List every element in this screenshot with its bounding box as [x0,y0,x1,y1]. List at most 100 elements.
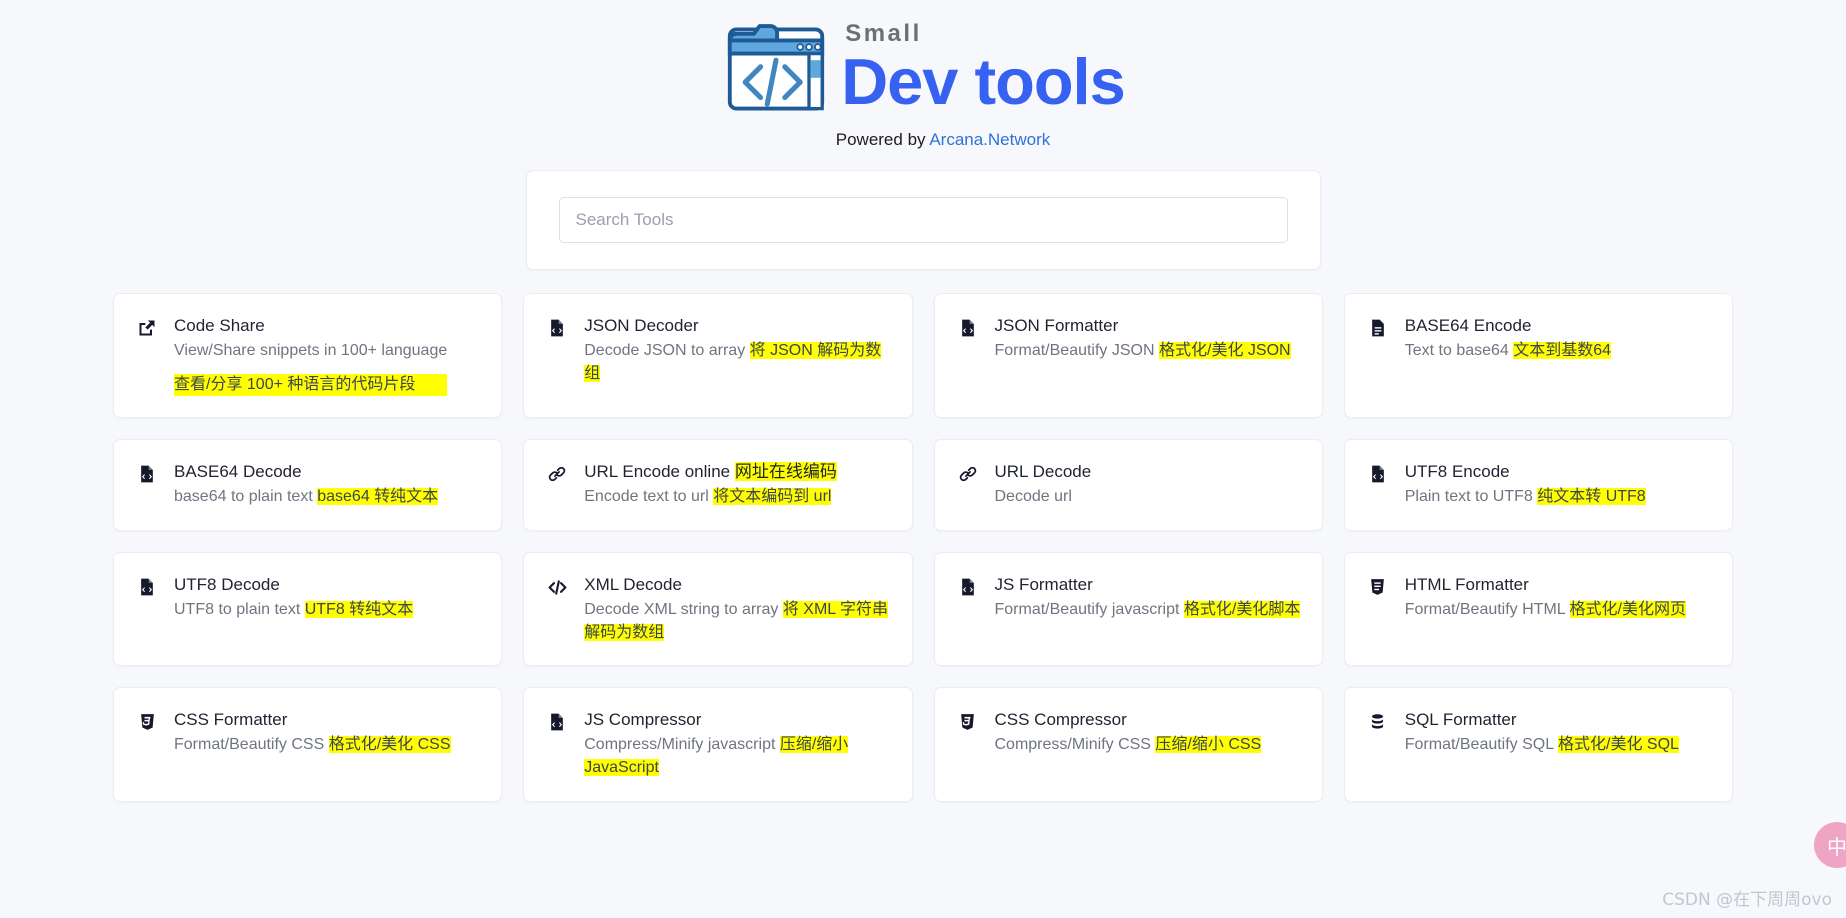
tool-card[interactable]: JS Formatter Format/Beautify javascript 格… [933,552,1323,667]
tool-card[interactable]: URL Encode online 网址在线编码 Encode text to u… [523,439,913,532]
file-code-icon [546,317,568,339]
search-input[interactable] [558,197,1288,243]
tool-description-en: Format/Beautify JSON [994,341,1159,359]
tool-card-body: JS Formatter Format/Beautify javascript 格… [995,574,1301,622]
tool-description-en: Format/Beautify HTML [1404,600,1570,618]
watermark: CSDN @在下周周ovo [1662,890,1832,910]
tool-card[interactable]: URL Decode Decode url [933,439,1323,532]
tool-description-en: UTF8 to plain text [174,600,305,618]
tool-title: HTML Formatter [1404,575,1529,595]
tool-description-en: base64 to plain text [174,488,318,506]
powered-by-prefix: Powered by [835,130,930,149]
tool-description: Plain text to UTF8 纯文本转 UTF8 [1405,486,1646,509]
tool-title: Code Share [174,316,265,335]
tool-card[interactable]: HTML Formatter Format/Beautify HTML 格式化/美… [1343,552,1733,667]
tool-card[interactable]: Code Share View/Share snippets in 100+ la… [113,293,503,419]
arcana-network-link[interactable]: Arcana.Network [929,130,1050,149]
tool-card-body: JS Compressor Compress/Minify javascript … [584,709,891,779]
translate-chinese-icon[interactable]: 中 [1814,822,1846,868]
file-code-icon [136,463,158,485]
tool-title: JS Compressor [584,710,702,730]
tool-description-en: Format/Beautify CSS [174,736,329,754]
tool-card[interactable]: JS Compressor Compress/Minify javascript … [523,687,913,802]
file-code-icon [957,317,979,339]
code-folder-window-icon [721,14,831,124]
tool-card-body: XML Decode Decode XML string to array 将 X… [584,574,891,644]
tools-grid: Code Share View/Share snippets in 100+ la… [113,293,1733,802]
tool-card-body: CSS Compressor Compress/Minify CSS 压缩/缩小 … [995,709,1262,757]
tool-description-translation: 压缩/缩小 CSS [1155,736,1262,754]
tool-title: SQL Formatter [1404,710,1517,730]
tool-card[interactable]: JSON Formatter Format/Beautify JSON 格式化/美… [933,293,1323,419]
tool-description: Text to base64 文本到基数64 [1405,340,1612,363]
tool-title: BASE64 Decode [174,462,302,482]
tool-card[interactable]: BASE64 Encode Text to base64 文本到基数64 [1343,293,1733,419]
tool-card-body: BASE64 Decode base64 to plain text base64… [174,461,439,509]
tool-card-body: SQL Formatter Format/Beautify SQL 格式化/美化 … [1405,709,1679,757]
tool-description-en: View/Share snippets in 100+ language [174,341,448,359]
tool-title: JSON Decoder [584,316,699,335]
tool-card-body: UTF8 Encode Plain text to UTF8 纯文本转 UTF8 [1405,461,1646,509]
tool-description: Format/Beautify CSS 格式化/美化 CSS [174,734,451,757]
search-panel [525,170,1321,270]
tool-description-translation: 格式化/美化 SQL [1558,736,1679,754]
css3-shield-icon [957,711,979,733]
code-brackets-icon [546,576,568,598]
file-code-icon [957,576,979,598]
link-icon [957,463,979,485]
tool-card-body: CSS Formatter Format/Beautify CSS 格式化/美化 … [174,709,451,757]
tool-description-en: Format/Beautify SQL [1404,736,1558,754]
tool-description-translation: 格式化/美化网页 [1569,600,1686,618]
tool-title: UTF8 Decode [174,575,280,595]
tool-description: Format/Beautify SQL 格式化/美化 SQL [1405,734,1679,757]
tool-card-body: URL Encode online 网址在线编码 Encode text to u… [584,461,837,509]
tool-description-en: Decode url [994,488,1072,506]
tool-card[interactable]: UTF8 Decode UTF8 to plain text UTF8 转纯文本 [113,552,503,667]
file-code-icon [546,711,568,733]
page-title: Dev tools [841,44,1126,118]
css3-shield-icon [136,711,158,733]
tool-card[interactable]: XML Decode Decode XML string to array 将 X… [523,552,913,667]
tool-description: Format/Beautify javascript 格式化/美化脚本 [995,599,1301,622]
html5-shield-icon [1367,576,1389,598]
tool-title: CSS Compressor [994,710,1127,730]
tool-card[interactable]: CSS Compressor Compress/Minify CSS 压缩/缩小 … [933,687,1323,802]
file-code-icon [136,576,158,598]
tool-description: base64 to plain text base64 转纯文本 [174,486,439,509]
tool-card-body: Code Share View/Share snippets in 100+ la… [174,315,448,397]
powered-by-text: Powered by Arcana.Network [836,130,1051,150]
tool-card[interactable]: SQL Formatter Format/Beautify SQL 格式化/美化 … [1343,687,1733,802]
tool-card-body: BASE64 Encode Text to base64 文本到基数64 [1404,315,1612,363]
tool-title: BASE64 Encode [1404,316,1532,335]
brand-small-label: Small [845,19,922,47]
tool-description: UTF8 to plain text UTF8 转纯文本 [174,599,414,622]
tool-description: Compress/Minify CSS 压缩/缩小 CSS [995,734,1262,757]
tool-card[interactable]: BASE64 Decode base64 to plain text base64… [113,439,503,532]
tool-title: UTF8 Encode [1404,462,1510,482]
tool-title: JSON Formatter [994,316,1119,335]
tool-description: Compress/Minify javascript 压缩/缩小 JavaScr… [584,734,891,779]
tool-card-body: HTML Formatter Format/Beautify HTML 格式化/美… [1405,574,1686,622]
tool-description-translation: UTF8 转纯文本 [304,600,414,618]
tool-description: Decode XML string to array 将 XML 字符串解码为数… [584,599,891,644]
tool-description-translation: 纯文本转 UTF8 [1537,488,1646,506]
tool-card[interactable]: UTF8 Encode Plain text to UTF8 纯文本转 UTF8 [1343,439,1733,532]
tool-description-en: Compress/Minify javascript [584,736,780,754]
tool-description-en: Decode JSON to array [584,341,750,359]
tool-description-en: Compress/Minify CSS [994,736,1156,754]
tool-card-body: JSON Formatter Format/Beautify JSON 格式化/美… [995,315,1291,363]
tool-description-translation: 格式化/美化脚本 [1183,600,1301,618]
tool-card-body: UTF8 Decode UTF8 to plain text UTF8 转纯文本 [174,574,414,622]
tool-description-translation-block: 查看/分享 100+ 种语言的代码片段 [174,373,448,397]
tool-description-translation: base64 转纯文本 [317,488,439,506]
tool-title: XML Decode [584,575,682,595]
tool-description: Format/Beautify HTML 格式化/美化网页 [1405,599,1686,622]
tool-description: Format/Beautify JSON 格式化/美化 JSON [995,340,1291,363]
database-icon [1367,711,1389,733]
tool-title: JS Formatter [994,575,1093,595]
tool-description-en: Plain text to UTF8 [1404,488,1538,506]
tool-card[interactable]: CSS Formatter Format/Beautify CSS 格式化/美化 … [113,687,503,802]
tool-description: View/Share snippets in 100+ language 查看/分… [174,340,448,397]
tool-description-en: Encode text to url [584,488,714,506]
tool-card[interactable]: JSON Decoder Decode JSON to array 将 JSON … [523,293,913,419]
